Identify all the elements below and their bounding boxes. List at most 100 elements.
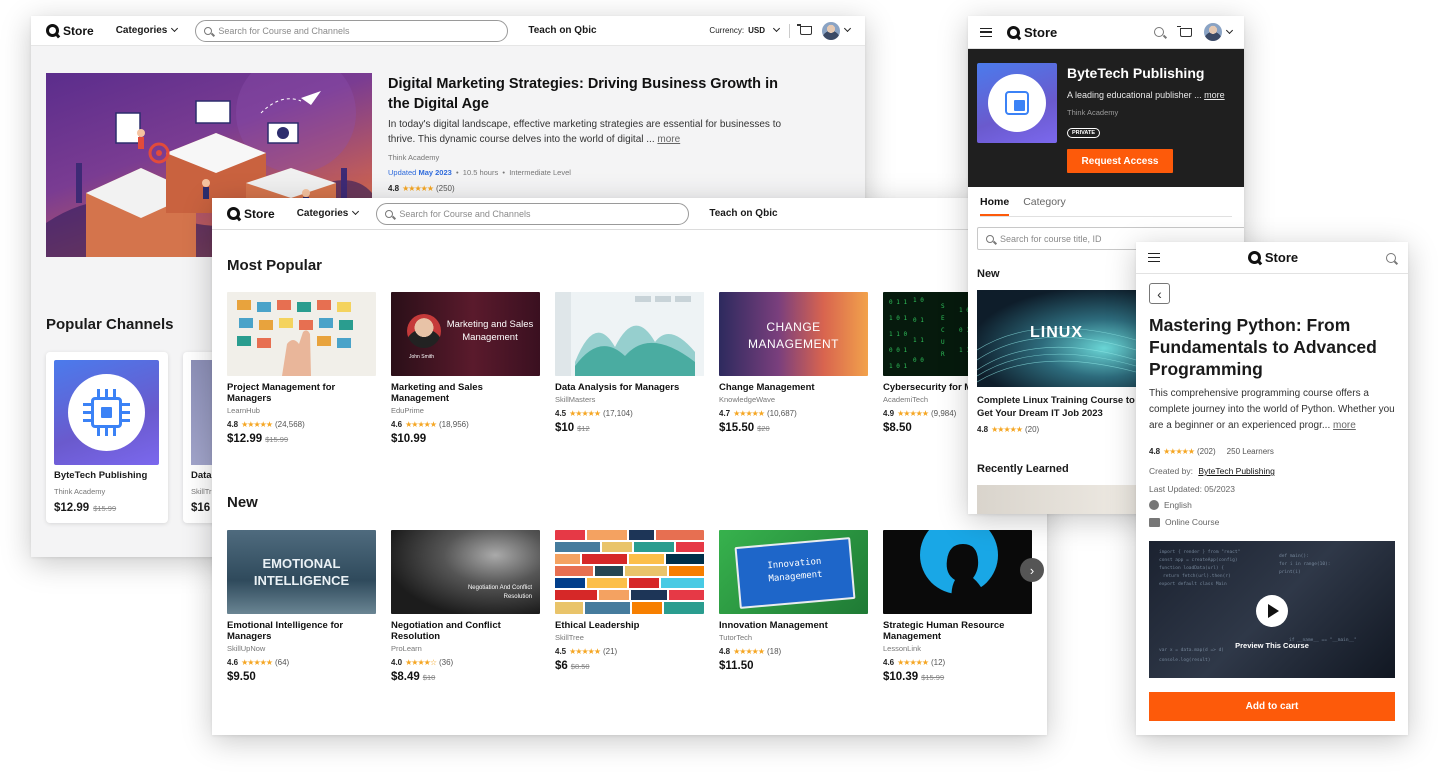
course-title: Data Analysis for Managers — [555, 382, 680, 393]
tab-home[interactable]: Home — [980, 196, 1010, 216]
course-title: Negotiation and Conflict Resolution — [391, 620, 501, 642]
chip-pin — [122, 419, 130, 422]
course-card[interactable]: Marketing and Sales Management John Smit… — [391, 292, 540, 445]
more-link[interactable]: more — [657, 134, 680, 145]
store-logo[interactable]: Store — [46, 24, 94, 38]
course-title: Marketing and Sales Management — [391, 382, 483, 404]
categories-menu[interactable]: Categories — [296, 207, 360, 219]
course-price: $11.50 — [719, 660, 868, 672]
categories-menu[interactable]: Categories — [116, 24, 179, 36]
course-card[interactable]: Project Management for Managers LearnHub… — [227, 292, 376, 445]
store-logo[interactable]: Store — [1247, 250, 1298, 265]
logo-text: Store — [63, 23, 94, 38]
add-to-cart-button[interactable]: Add to cart — [1149, 692, 1395, 721]
carousel-next-button[interactable]: › — [1020, 558, 1044, 582]
currency-selector[interactable]: Currency: USD — [709, 24, 781, 35]
course-price: $10.99 — [391, 433, 540, 445]
course-thumbnail: CHANGE MANAGEMENT — [719, 292, 868, 376]
course-description: This comprehensive programming course of… — [1149, 386, 1401, 434]
svg-text:1 0 1: 1 0 1 — [889, 315, 907, 322]
more-link[interactable]: more — [1333, 420, 1356, 431]
logo-text: Store — [244, 206, 275, 221]
star-icons: ★★★★★ — [897, 409, 929, 418]
rating-value: 4.8 — [227, 420, 239, 429]
chevron-down-icon — [772, 24, 781, 33]
course-card[interactable]: Strategic Human Resource Management Less… — [883, 530, 1032, 683]
channel-banner: ByteTech Publishing A leading educationa… — [968, 49, 1244, 187]
profile-menu[interactable] — [822, 21, 852, 40]
search-input[interactable]: Search for Course and Channels — [195, 19, 509, 42]
course-card[interactable]: Data Analysis for Managers SkillMasters … — [555, 292, 704, 434]
course-rating: 4.0 ★★★★☆ (36) — [391, 658, 540, 667]
rating-value: 4.8 — [388, 184, 400, 193]
menu-icon[interactable] — [1148, 253, 1160, 262]
rating-value: 4.8 — [719, 647, 731, 656]
channel-card[interactable]: ByteTech Publishing Think Academy $12.99… — [46, 352, 168, 523]
course-card[interactable]: Ethical Leadership SkillTree 4.5 ★★★★★ (21… — [555, 530, 704, 672]
old-price: $15.99 — [265, 435, 289, 444]
menu-icon[interactable] — [980, 27, 992, 37]
categories-label: Categories — [296, 208, 349, 219]
store-logo[interactable]: Store — [227, 207, 275, 221]
linux-course-thumbnail[interactable]: LINUX — [977, 290, 1136, 387]
logo-text: Store — [1024, 24, 1058, 40]
featured-course-title[interactable]: Digital Marketing Strategies: Driving Bu… — [388, 74, 798, 114]
play-button[interactable] — [1256, 595, 1288, 627]
course-card[interactable]: EMOTIONAL INTELLIGENCE Emotional Intelli… — [227, 530, 376, 683]
more-link[interactable]: more — [1204, 90, 1225, 100]
course-card[interactable]: CHANGE MANAGEMENT Change Management Know… — [719, 292, 868, 434]
old-price: $10 — [422, 673, 436, 682]
svg-text:import { render } from "react": import { render } from "react" — [1159, 549, 1240, 555]
course-price: $6 $8.50 — [555, 660, 704, 672]
course-provider: KnowledgeWave — [719, 395, 776, 404]
preview-video[interactable]: import { render } from "react" const app … — [1149, 541, 1395, 678]
course-provider: ProLearn — [391, 644, 422, 653]
request-access-button[interactable]: Request Access — [1067, 149, 1173, 173]
tab-category[interactable]: Category — [1023, 196, 1066, 216]
channel-name: ByteTech Publishing — [54, 470, 148, 481]
search-icon — [986, 234, 994, 243]
profile-menu[interactable] — [1204, 23, 1234, 41]
chip-pin — [97, 428, 100, 436]
cart-icon[interactable] — [1177, 25, 1192, 37]
q-logo-icon — [1247, 251, 1261, 264]
review-count: (21) — [602, 647, 618, 656]
currency-value: USD — [748, 26, 765, 35]
review-count: (10,687) — [766, 409, 797, 418]
created-label: Created by: — [1149, 466, 1193, 476]
star-icons: ★★★★★ — [569, 647, 601, 656]
chip-pin — [122, 403, 130, 406]
search-input[interactable]: Search for Course and Channels — [376, 202, 690, 225]
course-rating: 4.8 ★★★★★ (20) — [977, 425, 1039, 434]
thumb-text: LINUX — [1030, 324, 1083, 341]
most-popular-heading: Most Popular — [227, 257, 323, 274]
search-icon[interactable] — [1154, 27, 1164, 37]
search-icon[interactable] — [1385, 252, 1396, 263]
store-logo[interactable]: Store — [1007, 25, 1057, 40]
review-count: (9,984) — [930, 409, 957, 418]
old-price: $20 — [757, 424, 770, 433]
old-price: $15.99 — [921, 673, 945, 682]
svg-text:print(i): print(i) — [1279, 569, 1301, 575]
q-logo-icon — [227, 207, 240, 220]
course-title[interactable]: Complete Linux Training Course to Get Yo… — [977, 394, 1139, 420]
course-title: Innovation Management — [719, 620, 828, 631]
featured-author[interactable]: Think Academy — [388, 153, 439, 162]
rating-value: 4.0 — [391, 658, 403, 667]
back-button[interactable]: ‹ — [1149, 283, 1170, 304]
cart-icon[interactable] — [797, 24, 812, 35]
svg-text:0 0 1: 0 0 1 — [889, 347, 907, 354]
q-logo-icon — [46, 24, 59, 37]
teach-link[interactable]: Teach on Qbic — [709, 208, 777, 219]
teach-link[interactable]: Teach on Qbic — [528, 25, 596, 36]
chip-pin — [105, 428, 108, 436]
chip-pin — [97, 389, 100, 397]
colored-bricks-image — [555, 530, 704, 614]
svg-text:1 1: 1 1 — [913, 337, 924, 344]
recent-course-thumbnail[interactable] — [977, 485, 1136, 514]
creator-link[interactable]: ByteTech Publishing — [1198, 466, 1275, 476]
course-card[interactable]: Innovation Management Innovation Managem… — [719, 530, 868, 672]
course-provider: SkillTree — [555, 633, 584, 642]
svg-text:1 0 1: 1 0 1 — [889, 363, 907, 370]
course-card[interactable]: Negotiation And Conflict Resolution Nego… — [391, 530, 540, 683]
